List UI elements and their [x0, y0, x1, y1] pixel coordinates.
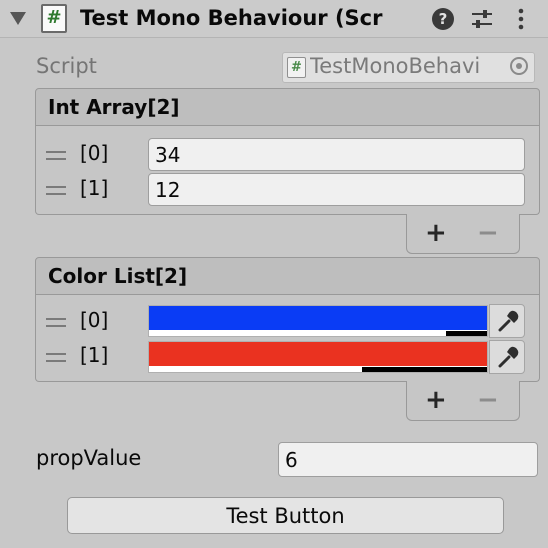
script-icon: #: [41, 4, 67, 33]
eyedropper-button[interactable]: [489, 340, 525, 374]
eyedropper-icon: [498, 310, 519, 332]
help-icon[interactable]: ?: [432, 8, 454, 30]
element-label: [0]: [80, 141, 109, 165]
alpha-bar-fill: [149, 367, 362, 372]
prop-value-input[interactable]: [278, 442, 538, 477]
prop-value-label: propValue: [36, 446, 142, 470]
script-field-value: TestMonoBehavi: [310, 54, 481, 78]
remove-element-button[interactable]: −: [477, 385, 499, 415]
foldout-arrow-icon[interactable]: [10, 12, 26, 25]
drag-handle-icon[interactable]: [46, 318, 66, 327]
color-swatch-fill: [149, 306, 487, 330]
object-picker-icon[interactable]: [510, 57, 528, 75]
drag-handle-icon[interactable]: [46, 353, 66, 362]
eyedropper-button[interactable]: [489, 304, 525, 338]
test-button[interactable]: Test Button: [67, 497, 504, 534]
alpha-bar: [149, 331, 487, 336]
int-element-input[interactable]: [148, 173, 525, 206]
remove-element-button[interactable]: −: [477, 218, 499, 248]
int-array-header[interactable]: Int Array[2]: [35, 88, 540, 126]
color-swatch-fill: [149, 342, 487, 366]
element-label: [0]: [80, 308, 109, 332]
int-array-title: Int Array[2]: [48, 95, 180, 119]
component-title: Test Mono Behaviour (Scr: [80, 6, 383, 30]
element-label: [1]: [80, 343, 109, 367]
drag-handle-icon[interactable]: [46, 151, 66, 160]
color-list-footer: + −: [406, 381, 520, 421]
eyedropper-icon: [498, 346, 519, 368]
color-field[interactable]: [148, 305, 488, 337]
color-field[interactable]: [148, 341, 488, 373]
script-file-icon: #: [287, 57, 306, 78]
alpha-bar-fill: [149, 331, 446, 336]
add-element-button[interactable]: +: [425, 385, 447, 415]
color-list-header[interactable]: Color List[2]: [35, 257, 540, 295]
script-label: Script: [36, 54, 97, 78]
color-list-title: Color List[2]: [48, 264, 188, 288]
int-element-input[interactable]: [148, 138, 525, 171]
element-label: [1]: [80, 176, 109, 200]
add-element-button[interactable]: +: [425, 218, 447, 248]
more-vertical-icon[interactable]: [511, 7, 531, 31]
int-array-footer: + −: [406, 214, 520, 254]
settings-sliders-icon[interactable]: [470, 7, 494, 31]
alpha-bar: [149, 367, 487, 372]
drag-handle-icon[interactable]: [46, 186, 66, 195]
